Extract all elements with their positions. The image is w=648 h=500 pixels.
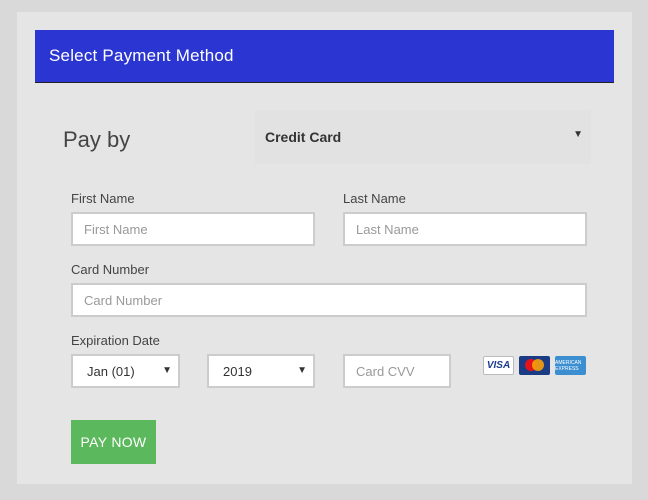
mastercard-icon xyxy=(519,356,550,375)
expiration-year-select[interactable]: 2019 ▼ xyxy=(207,354,315,388)
card-number-placeholder: Card Number xyxy=(84,292,163,308)
payment-form: Pay by Credit Card ▼ First Name First Na… xyxy=(35,83,614,472)
chevron-down-icon: ▼ xyxy=(297,365,307,376)
payment-method-value: Credit Card xyxy=(265,129,342,145)
first-name-placeholder: First Name xyxy=(84,221,148,237)
panel-title: Select Payment Method xyxy=(49,46,234,65)
card-number-input[interactable]: Card Number xyxy=(71,283,587,317)
last-name-label: Last Name xyxy=(343,191,406,206)
card-number-label: Card Number xyxy=(71,262,150,277)
panel-header: Select Payment Method xyxy=(35,30,614,83)
chevron-down-icon: ▼ xyxy=(573,129,583,140)
card-logos: VISA AMERICAN EXPRESS xyxy=(483,356,586,375)
visa-icon: VISA xyxy=(483,356,514,375)
chevron-down-icon: ▼ xyxy=(162,365,172,376)
pay-by-label: Pay by xyxy=(63,127,131,152)
last-name-placeholder: Last Name xyxy=(356,221,419,237)
expiration-month-value: Jan (01) xyxy=(87,363,135,379)
amex-icon: AMERICAN EXPRESS xyxy=(555,356,586,375)
payment-panel: Select Payment Method Pay by Credit Card… xyxy=(17,12,632,484)
first-name-label: First Name xyxy=(71,191,135,206)
expiration-year-value: 2019 xyxy=(223,363,252,379)
expiration-date-label: Expiration Date xyxy=(71,333,160,348)
pay-now-button[interactable]: PAY NOW xyxy=(71,420,156,464)
first-name-input[interactable]: First Name xyxy=(71,212,315,246)
card-cvv-input[interactable]: Card CVV xyxy=(343,354,451,388)
last-name-input[interactable]: Last Name xyxy=(343,212,587,246)
payment-method-select[interactable]: Credit Card ▼ xyxy=(255,110,591,164)
card-cvv-placeholder: Card CVV xyxy=(356,363,415,379)
expiration-month-select[interactable]: Jan (01) ▼ xyxy=(71,354,180,388)
